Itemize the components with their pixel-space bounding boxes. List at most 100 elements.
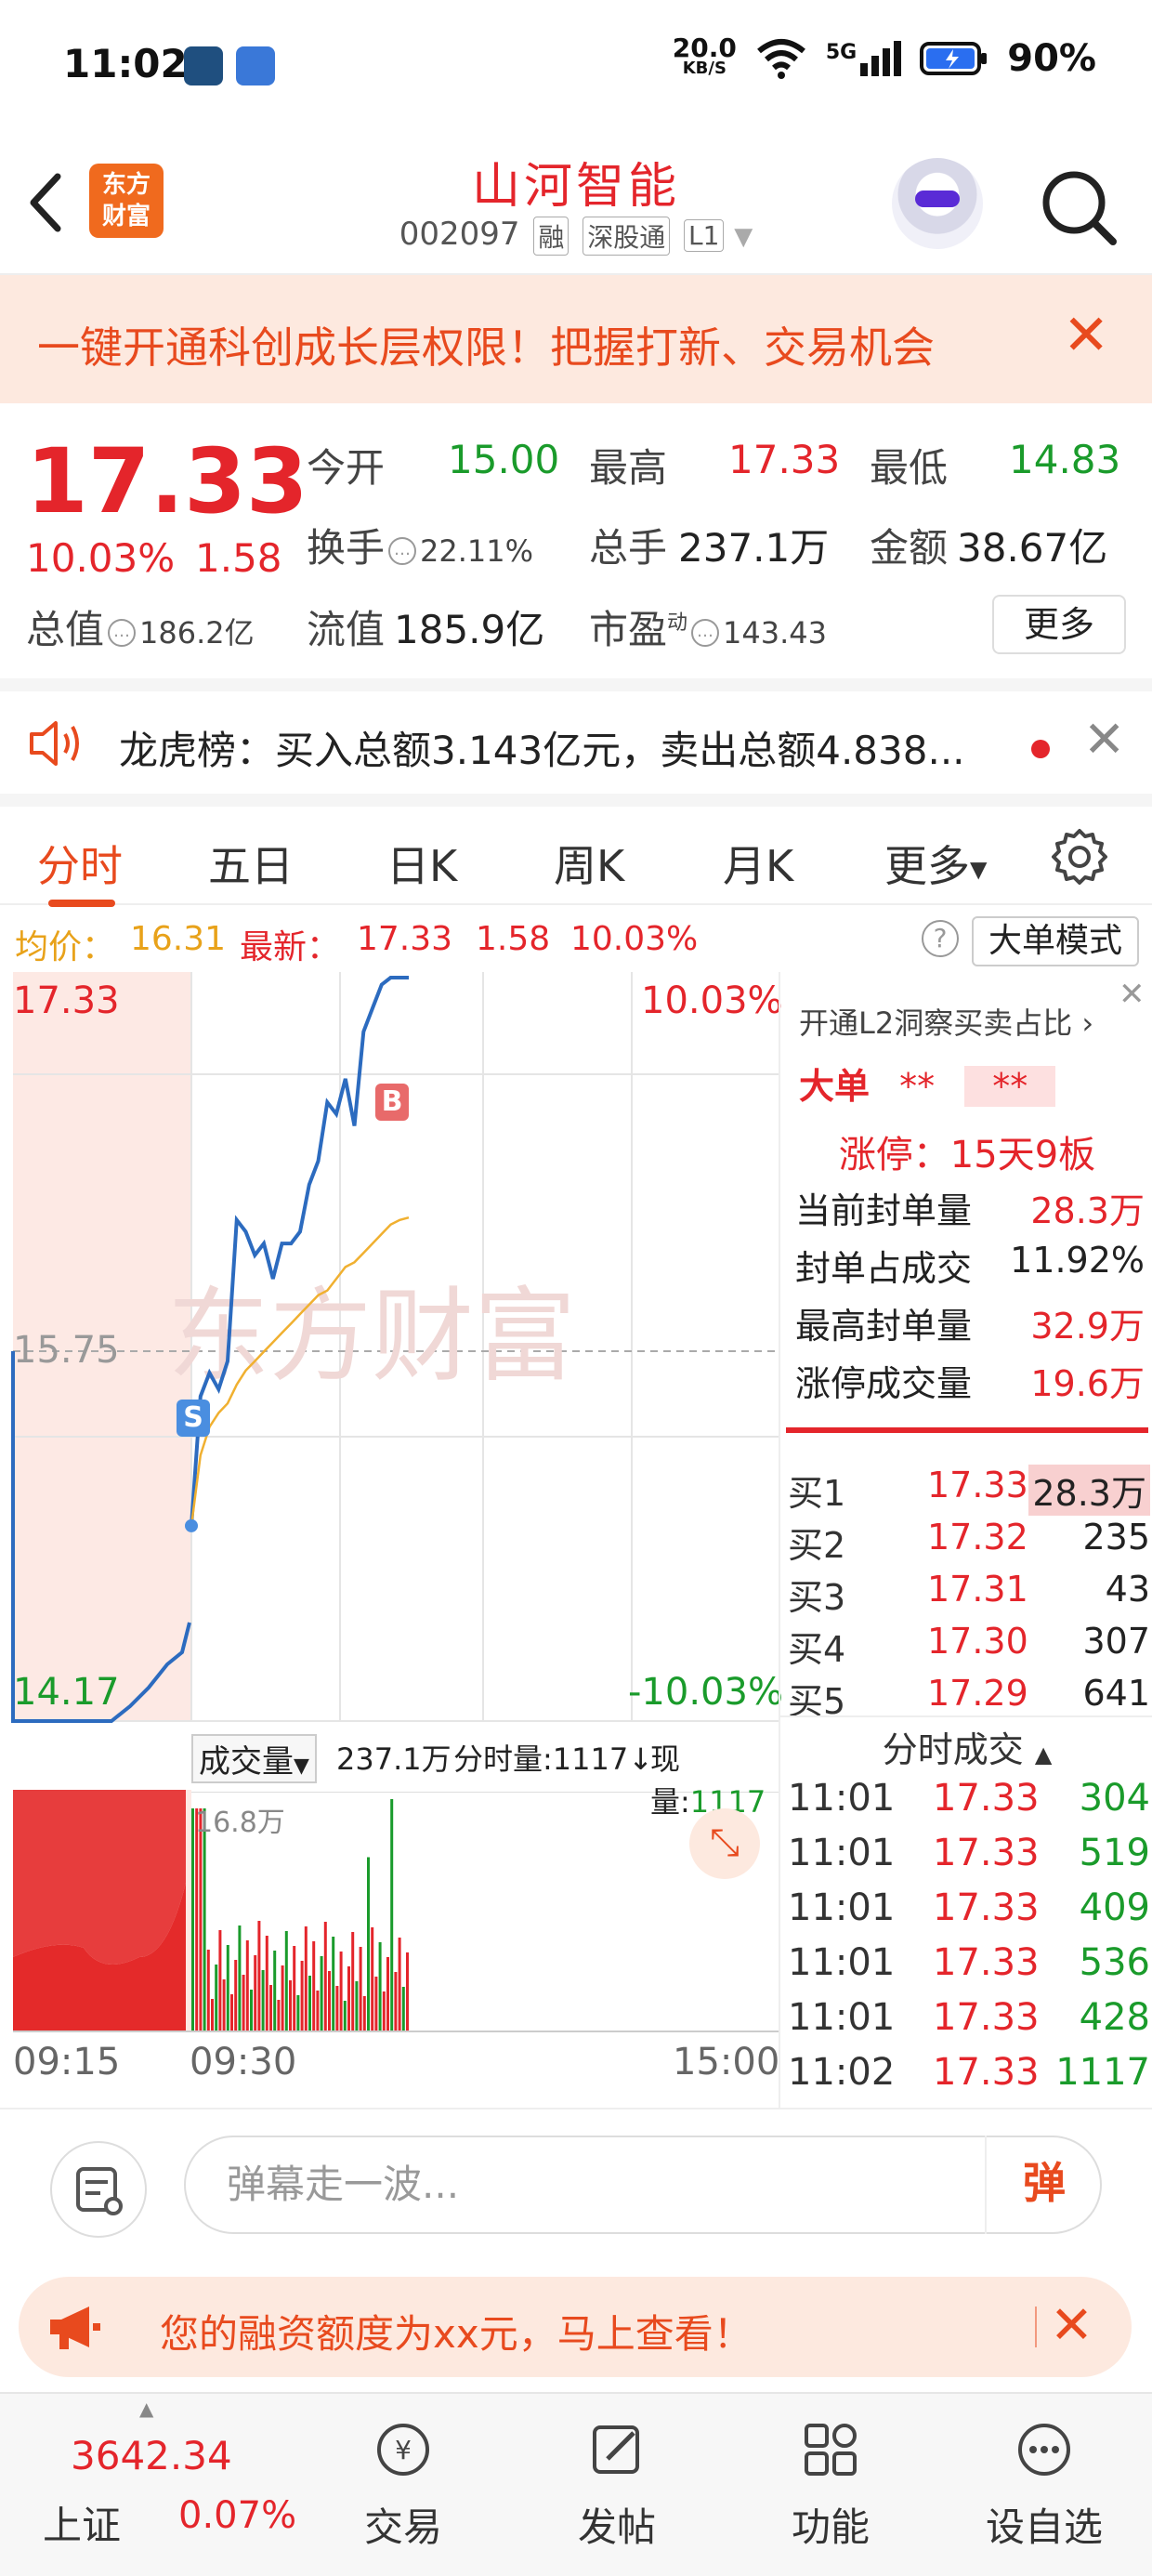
pe-label[interactable]: 市盈动… 143.43 (589, 598, 827, 655)
buy-marker[interactable]: B (375, 1084, 409, 1121)
nav-post[interactable]: 发帖 (533, 2394, 700, 2576)
volume-bar (222, 1979, 226, 2031)
index-name: 上证 (43, 2503, 122, 2548)
tab-intraday[interactable]: 分时 (37, 833, 123, 894)
volume-bar (343, 2001, 347, 2031)
orderbook-level: 买3 (788, 1577, 846, 1618)
triangle-up-icon: ▲ (139, 2398, 154, 2420)
tick-volume: 536 (1079, 1941, 1150, 1984)
close-icon[interactable]: ✕ (1083, 710, 1125, 769)
volume-bar (398, 1938, 401, 2031)
help-icon[interactable]: ? (922, 920, 959, 957)
l2-upgrade-link[interactable]: 开通L2洞察买卖占比 › (799, 1000, 1152, 1043)
x-axis-start: 09:15 (13, 2041, 121, 2083)
pe-value: 143.43 (723, 615, 827, 651)
close-icon[interactable]: ✕ (1063, 303, 1109, 368)
latest-percent: 10.03% (570, 920, 699, 958)
close-icon[interactable]: ✕ (1050, 2295, 1093, 2356)
seal-now-label: 当前封单量 (795, 1190, 973, 1231)
dropdown-icon: ▼ (970, 856, 988, 883)
index-ticker[interactable]: ▲ 3642.34 上证 0.07% (0, 2394, 296, 2576)
y-axis-bottom: 14.17 (13, 1671, 120, 1714)
turnover-value: 22.11% (420, 533, 534, 569)
tick-row: 11:02 17.33 1117 (788, 2051, 1150, 2105)
pct-axis-top: 10.03% (641, 979, 783, 1022)
network-type: 5G (825, 41, 857, 64)
mktcap-label[interactable]: 总值… 186.2亿 (26, 598, 255, 655)
danmaku-settings-icon[interactable] (50, 2141, 147, 2238)
turnover-label[interactable]: 换手… 22.11% (307, 517, 533, 573)
edit-icon (593, 2425, 639, 2474)
volume-indicator-select[interactable]: 成交量▼ (191, 1734, 317, 1783)
volume-bar (371, 1927, 374, 2031)
tab-weekly-k[interactable]: 周K (554, 833, 624, 894)
orderbook-row[interactable]: 买4 17.30 307 (788, 1621, 1150, 1673)
volume-bar (355, 1981, 359, 2031)
tick-row: 11:01 17.33 409 (788, 1886, 1150, 1940)
amount-value: 38.67亿 (957, 525, 1108, 571)
divider (1035, 2307, 1037, 2347)
volume-bar (218, 1930, 222, 2031)
danmaku-input[interactable]: 弹幕走一波... (184, 2136, 1102, 2234)
volume-bar (378, 1942, 382, 2031)
big-order-mode-button[interactable]: 大单模式 (972, 916, 1139, 966)
orderbook-volume: 235 (1082, 1517, 1150, 1557)
big-order-row: 大单 ** ** (799, 1058, 1152, 1109)
volume-bar (386, 1957, 389, 2031)
more-dots-icon (1018, 2424, 1070, 2476)
intraday-chart[interactable]: 东方财富 17.33 15.75 14.17 10.03% -10.03% S … (0, 972, 783, 2108)
nav-functions[interactable]: 功能 (747, 2394, 914, 2576)
limit-vol-label: 涨停成交量 (795, 1363, 973, 1404)
volume-bar (347, 1966, 350, 2031)
nav-post-label: 发帖 (577, 2504, 656, 2550)
tick-volume: 428 (1079, 1996, 1150, 2039)
volume-bar (320, 1956, 323, 2031)
tab-five-day[interactable]: 五日 (208, 833, 294, 894)
unread-dot (1031, 740, 1050, 758)
danmaku-send-button[interactable]: 弹 (985, 2136, 1102, 2234)
tab-monthly-k[interactable]: 月K (723, 833, 793, 894)
orderbook-price: 17.30 (927, 1621, 1028, 1662)
speaker-icon (30, 721, 79, 766)
ticks-header[interactable]: 分时成交 ▲ (780, 1721, 1152, 1772)
margin-ad-banner[interactable]: 您的融资额度为xx元，马上查看！ ✕ (19, 2277, 1132, 2377)
tick-time: 11:01 (788, 1941, 896, 1984)
volume-bar (234, 1960, 238, 2031)
volume-bar (304, 1926, 308, 2031)
volume-bar (203, 1808, 206, 2031)
gear-icon[interactable] (1050, 827, 1109, 887)
orderbook-level: 买4 (788, 1629, 846, 1670)
volume-bar (195, 1808, 199, 2031)
pe-superscript: 动 (667, 611, 688, 635)
tab-more[interactable]: 更多▼ (884, 833, 987, 894)
nav-add-watchlist[interactable]: 设自选 (961, 2394, 1128, 2576)
search-icon (1042, 171, 1117, 245)
chart-canvas: 东方财富 (11, 972, 779, 2032)
tick-volume: 1117 (1055, 2051, 1150, 2094)
orderbook-row[interactable]: 买2 17.32 235 (788, 1517, 1150, 1569)
chart-period-tabs: 分时 五日 日K 周K 月K 更多▼ (0, 794, 1152, 907)
bottom-navigation: ▲ 3642.34 上证 0.07% ¥ 交易 发帖 功能 设自选 (0, 2392, 1152, 2576)
price-line (190, 976, 409, 1527)
volume-bar (277, 2000, 281, 2031)
volume-total: 237.1万 (336, 1741, 452, 1777)
trade-icon: ¥ (377, 2424, 429, 2476)
volume-bar (238, 1925, 242, 2031)
dragon-tiger-list-bar[interactable]: 龙虎榜：买入总额3.143亿元，卖出总额4.838... ✕ (0, 678, 1152, 794)
nav-trade[interactable]: ¥ 交易 (320, 2394, 487, 2576)
float-cap-value: 185.9亿 (394, 607, 545, 652)
orderbook-row[interactable]: 买3 17.31 43 (788, 1569, 1150, 1621)
search-button[interactable] (1039, 167, 1119, 247)
big-order-label: 大单 (799, 1066, 871, 1107)
volume-bar (359, 1947, 362, 2031)
high-label: 最高 (589, 445, 668, 491)
tick-row: 11:01 17.33 304 (788, 1777, 1150, 1831)
expand-icon[interactable]: ⤡ (689, 1808, 760, 1879)
volume-bar (293, 1946, 296, 2031)
orderbook-row[interactable]: 买1 17.33 28.3万 (788, 1465, 1150, 1517)
more-button[interactable]: 更多 (992, 595, 1126, 654)
tab-daily-k[interactable]: 日K (386, 833, 457, 894)
sell-marker[interactable]: S (177, 1400, 210, 1437)
promo-banner[interactable]: 一键开通科创成长层权限！把握打新、交易机会 ✕ (0, 275, 1152, 403)
volume-bar (199, 1808, 203, 2031)
